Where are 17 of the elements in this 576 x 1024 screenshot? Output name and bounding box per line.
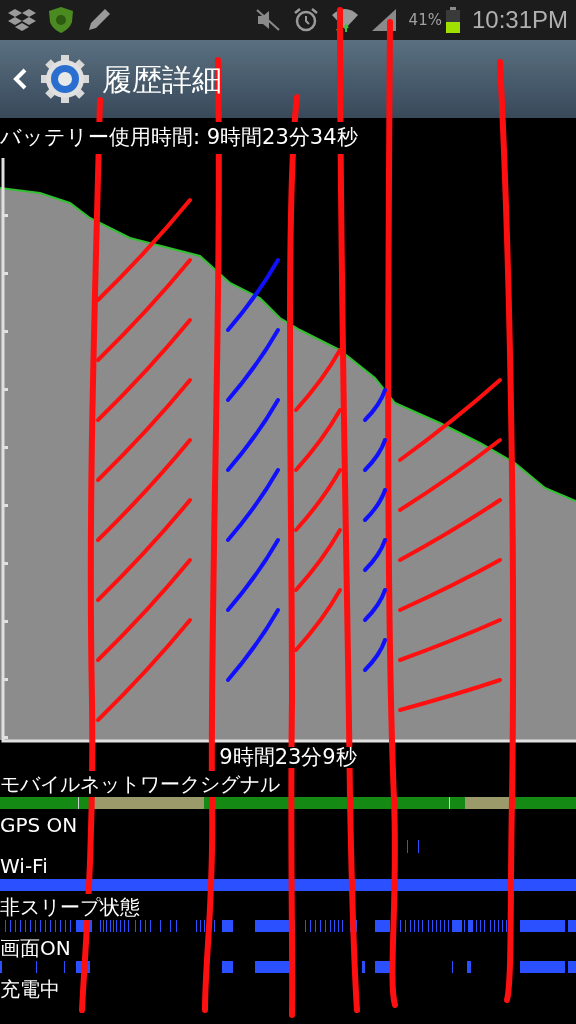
box-icon [8, 7, 36, 33]
mute-icon [254, 8, 281, 32]
timeline-label: 非スリープ状態 [0, 894, 140, 920]
back-button[interactable] [12, 67, 28, 91]
timeline-label: 充電中 [0, 976, 60, 1002]
timeline-bar [407, 840, 419, 853]
timeline-label: モバイルネットワークシグナル [0, 771, 280, 797]
shield-icon [48, 6, 74, 34]
alarm-icon [292, 7, 319, 33]
battery-usage-time: バッテリー使用時間: 9時間23分34秒 [0, 122, 358, 154]
battery-percent: 41% [408, 9, 442, 31]
clock: 10:31PM [471, 5, 568, 35]
graph-duration: 9時間23分9秒 [219, 746, 357, 768]
chevron-left-icon [12, 67, 28, 91]
gear-icon [40, 54, 90, 104]
battery-icon [445, 7, 460, 33]
pencil-icon [86, 7, 112, 33]
